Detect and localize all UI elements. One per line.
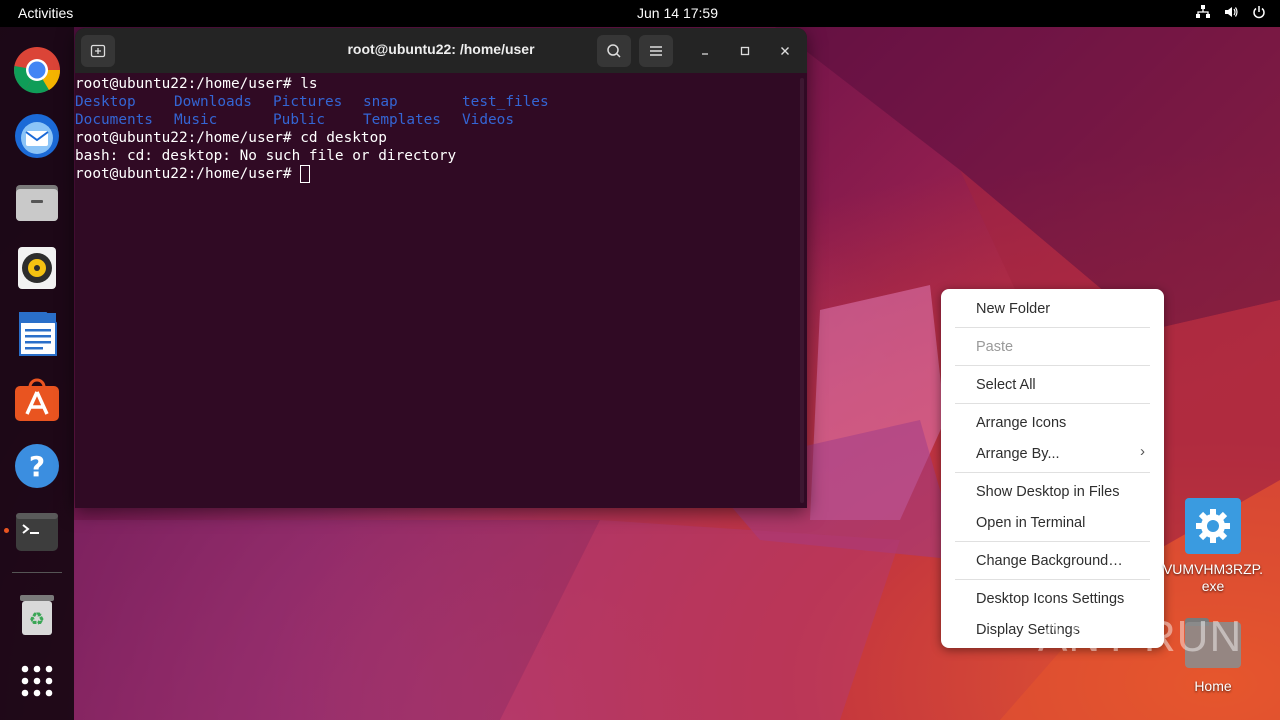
desktop-icon-label: Home — [1194, 678, 1232, 694]
dock-item-thunderbird[interactable] — [13, 112, 61, 160]
dock-item-chrome[interactable] — [13, 46, 61, 94]
label-line: exe — [1201, 578, 1225, 594]
desktop-context-menu: New Folder Paste Select All Arrange Icon… — [941, 289, 1164, 648]
text-cursor — [300, 165, 311, 183]
ls-entry: Templates — [363, 112, 441, 128]
close-button[interactable] — [773, 39, 797, 63]
ls-entry: test_files — [462, 94, 549, 110]
ls-entry: snap — [363, 94, 398, 110]
power-icon[interactable] — [1252, 4, 1266, 20]
menu-separator — [955, 403, 1150, 404]
ls-entry: Music — [174, 112, 218, 128]
dock-item-show-apps[interactable] — [13, 657, 61, 705]
prompt: root@ubuntu22:/home/user# — [75, 130, 292, 146]
dock-item-files[interactable] — [13, 178, 61, 226]
minimize-button[interactable] — [693, 39, 717, 63]
menu-item-change-background[interactable]: Change Background… — [976, 553, 1123, 569]
apps-grid-icon — [21, 665, 53, 697]
svg-text:?: ? — [29, 450, 45, 483]
prompt: root@ubuntu22:/home/user# — [75, 166, 292, 182]
ls-entry: Public — [273, 112, 325, 128]
ls-entry: Downloads — [174, 94, 252, 110]
trash-icon: ♻ — [20, 595, 54, 635]
chrome-icon — [14, 47, 61, 94]
thunderbird-icon — [15, 114, 59, 158]
ls-entry: Desktop — [75, 94, 136, 110]
menu-item-select-all[interactable]: Select All — [976, 377, 1036, 393]
terminal-icon — [16, 513, 58, 551]
files-icon — [16, 185, 58, 221]
terminal-line: root@ubuntu22:/home/user# — [75, 165, 797, 183]
menu-separator — [955, 327, 1150, 328]
menu-item-arrange-icons[interactable]: Arrange Icons — [976, 415, 1066, 431]
volume-icon[interactable] — [1224, 4, 1238, 20]
dock-item-help[interactable]: ? — [13, 442, 61, 490]
ls-output-row: Documents Music Public Templates Videos — [75, 111, 797, 129]
menu-item-new-folder[interactable]: New Folder — [976, 301, 1050, 317]
dock: ? ♻ — [0, 27, 74, 720]
menu-separator — [955, 365, 1150, 366]
menu-item-show-desktop-in-files[interactable]: Show Desktop in Files — [976, 484, 1119, 500]
svg-text:♻: ♻ — [29, 609, 45, 630]
dock-separator — [12, 572, 62, 573]
prompt: root@ubuntu22:/home/user# — [75, 76, 292, 92]
terminal-scrollbar[interactable] — [800, 78, 804, 503]
menu-item-desktop-icons-settings[interactable]: Desktop Icons Settings — [976, 591, 1124, 607]
menu-item-open-in-terminal[interactable]: Open in Terminal — [976, 515, 1085, 531]
menu-item-arrange-by[interactable]: Arrange By... — [976, 446, 1060, 462]
menu-button[interactable] — [639, 35, 673, 67]
command-text: ls — [291, 76, 318, 92]
network-icon[interactable] — [1196, 4, 1210, 20]
terminal-line: root@ubuntu22:/home/user# cd desktop — [75, 129, 797, 147]
clock[interactable]: Jun 14 17:59 — [0, 5, 1280, 21]
command-text: cd desktop — [291, 130, 387, 146]
dock-item-terminal[interactable] — [13, 508, 61, 556]
search-button[interactable] — [597, 35, 631, 67]
running-indicator — [4, 528, 9, 533]
desktop-icon-exe[interactable]: VUMVHM3RZP. exe — [1158, 498, 1268, 595]
terminal-header-bar[interactable]: root@ubuntu22: /home/user — [75, 28, 807, 73]
menu-separator — [955, 541, 1150, 542]
software-icon — [15, 378, 59, 421]
ls-entry: Pictures — [273, 94, 343, 110]
dock-item-rhythmbox[interactable] — [13, 244, 61, 292]
anyrun-watermark: ANY RUN — [1038, 612, 1243, 661]
ls-output-row: Desktop Downloads Pictures snap test_files — [75, 93, 797, 111]
menu-item-paste: Paste — [976, 339, 1014, 355]
menu-separator — [955, 579, 1150, 580]
dock-item-trash[interactable]: ♻ — [13, 590, 61, 638]
system-tray[interactable] — [1196, 4, 1266, 20]
terminal-output[interactable]: root@ubuntu22:/home/user# ls Desktop Downl… — [75, 73, 797, 508]
search-icon — [607, 44, 621, 58]
desktop-icon-label: VUMVHM3RZP. exe — [1158, 561, 1268, 595]
terminal-line: root@ubuntu22:/home/user# ls — [75, 75, 797, 93]
rhythmbox-icon — [18, 247, 56, 289]
maximize-button[interactable] — [733, 39, 757, 63]
label-line: VUMVHM3RZP. — [1162, 561, 1264, 577]
command-text — [292, 166, 301, 182]
top-bar: Activities Jun 14 17:59 — [0, 0, 1280, 27]
dock-item-software[interactable] — [13, 376, 61, 424]
writer-icon — [19, 312, 57, 356]
close-icon — [781, 47, 789, 55]
help-icon: ? — [15, 444, 59, 488]
submenu-chevron-icon: › — [1140, 443, 1145, 460]
ls-entry: Documents — [75, 112, 153, 128]
terminal-line: bash: cd: desktop: No such file or direc… — [75, 148, 457, 164]
exe-gear-icon — [1185, 498, 1241, 554]
minimize-icon — [702, 53, 708, 55]
maximize-icon — [740, 46, 750, 56]
menu-separator — [955, 472, 1150, 473]
hamburger-menu-icon — [650, 46, 662, 56]
dock-item-writer[interactable] — [13, 310, 61, 358]
terminal-window[interactable]: root@ubuntu22: /home/user root@ubuntu22:… — [75, 28, 807, 508]
ls-entry: Videos — [462, 112, 514, 128]
